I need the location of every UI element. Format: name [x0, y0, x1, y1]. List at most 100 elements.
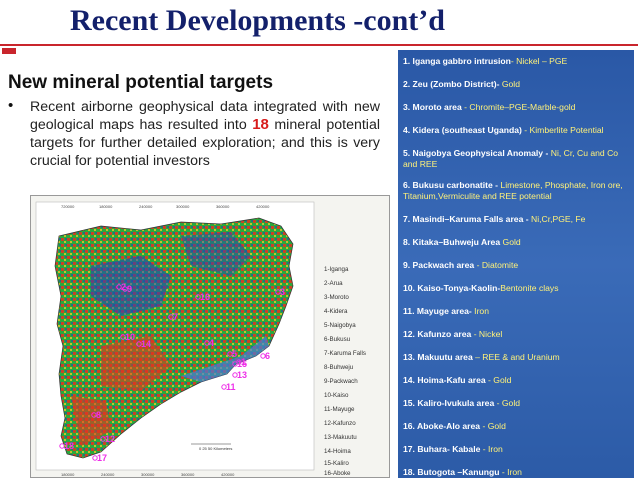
target-mineral: Gold	[500, 237, 521, 247]
legend-item-12: 12-Kafunzo	[324, 420, 356, 427]
legend-item-9: 9-Packwach	[324, 378, 358, 385]
target-mineral: - Nickel – PGE	[510, 56, 568, 66]
bottom-tick-4: 420000	[221, 472, 235, 477]
target-name: 12. Kafunzo area	[403, 329, 474, 339]
target-item: 2. Zeu (Zombo District)- Gold	[403, 79, 631, 90]
legend-item-6: 6-Bukusu	[324, 336, 351, 343]
target-item: 5. Naigobya Geophysical Anomaly - Ni, Cr…	[403, 148, 631, 169]
target-marker-label-16: 16	[200, 292, 210, 302]
legend-item-7: 7-Karuma Falls	[324, 350, 366, 357]
target-name: 2. Zeu (Zombo District)-	[403, 79, 500, 89]
target-name: 13. Makuutu area	[403, 352, 476, 362]
top-tick-3: 300000	[176, 204, 190, 209]
target-mineral: - Kimberlite Potential	[521, 125, 604, 135]
target-marker-label-13: 13	[237, 370, 247, 380]
target-item: 14. Hoima-Kafu area - Gold	[403, 375, 631, 386]
target-name: 17. Buhara- Kabale	[403, 444, 483, 454]
bottom-tick-0: 180000	[61, 472, 75, 477]
target-item: 13. Makuutu area – REE & and Uranium	[403, 352, 631, 363]
bottom-tick-2: 300000	[141, 472, 155, 477]
target-item: 10. Kaiso-Tonya-Kaolin-Bentonite clays	[403, 283, 631, 294]
target-item: 12. Kafunzo area - Nickel	[403, 329, 631, 340]
target-name: 4. Kidera (southeast Uganda)	[403, 125, 522, 135]
legend-item-14: 14-Hoima	[324, 448, 351, 455]
target-name: 18. Butogota –Kanungu	[403, 467, 502, 477]
target-marker-label-17: 17	[97, 453, 107, 463]
bottom-axis-ticks: 180000 240000 300000 360000 420000	[61, 472, 235, 477]
target-item: 1. Iganga gabbro intrusion- Nickel – PGE	[403, 56, 631, 67]
target-name: 5. Naigobya Geophysical Anomaly -	[403, 148, 551, 158]
target-item: 7. Masindi–Karuma Falls area - Ni,Cr,PGE…	[403, 214, 631, 225]
target-name: 8. Kitaka–Buhweju Area	[403, 237, 501, 247]
target-mineral: Ni,Cr,PGE, Fe	[528, 214, 586, 224]
legend-item-5: 5-Naigobya	[324, 322, 356, 329]
target-name: 1. Iganga gabbro intrusion	[403, 56, 511, 66]
target-item: 17. Buhara- Kabale - Iron	[403, 444, 631, 455]
target-item: 16. Aboke-Alo area - Gold	[403, 421, 631, 432]
target-mineral: Iron	[471, 306, 489, 316]
legend-item-15: 15-Kaliro	[324, 460, 349, 467]
top-tick-0: 720000	[61, 204, 75, 209]
target-item: 11. Mayuge area- Iron	[403, 306, 631, 317]
target-name: 15. Kaliro-Ivukula area	[403, 398, 497, 408]
geophysical-map: 720000 180000 240000 300000 360000 42000…	[30, 195, 390, 478]
map-scale: 0 25 50 Kilometers	[199, 446, 232, 451]
target-marker-label-4: 4	[209, 338, 214, 348]
top-tick-2: 240000	[139, 204, 153, 209]
target-marker-label-9: 9	[127, 284, 132, 294]
target-marker-label-11: 11	[226, 382, 236, 392]
target-marker-label-12: 12	[105, 434, 115, 444]
legend-item-4: 4-Kidera	[324, 308, 348, 315]
target-count: 18	[252, 116, 269, 133]
target-marker-label-3: 3	[280, 287, 285, 297]
target-item: 3. Moroto area - Chromite–PGE-Marble-gol…	[403, 102, 631, 113]
legend-item-3: 3-Moroto	[324, 294, 349, 301]
target-item: 8. Kitaka–Buhweju Area Gold	[403, 237, 631, 248]
legend-item-1: 1-Iganga	[324, 266, 349, 273]
top-tick-4: 360000	[216, 204, 230, 209]
legend-item-10: 10-Kaiso	[324, 392, 349, 399]
target-name: 14. Hoima-Kafu area	[403, 375, 489, 385]
target-mineral: - Gold	[488, 375, 512, 385]
target-item: 6. Bukusu carbonatite - Limestone, Phosp…	[403, 180, 631, 201]
target-mineral: Bentonite clays	[500, 283, 559, 293]
target-item: 4. Kidera (southeast Uganda) - Kimberlit…	[403, 125, 631, 136]
target-name: 10. Kaiso-Tonya-Kaolin-	[403, 283, 501, 293]
target-name: 3. Moroto area	[403, 102, 465, 112]
slide-title: Recent Developments -cont’d	[70, 4, 445, 37]
target-name: 11. Mayuge area-	[403, 306, 472, 316]
target-name: 7. Masindi–Karuma Falls area -	[403, 214, 529, 224]
target-mineral: - Diatomite	[476, 260, 519, 270]
bottom-tick-3: 360000	[181, 472, 195, 477]
target-marker-label-8: 8	[96, 410, 101, 420]
target-marker-label-18: 18	[64, 441, 74, 451]
legend-item-8: 8-Buhweju	[324, 364, 354, 371]
target-name: 6. Bukusu carbonatite -	[403, 180, 501, 190]
target-marker-label-10: 10	[125, 332, 135, 342]
target-list-panel: 1. Iganga gabbro intrusion- Nickel – PGE…	[398, 50, 634, 478]
left-panel: New mineral potential targets • Recent a…	[0, 50, 398, 478]
bullet-text: Recent airborne geophysical data integra…	[30, 98, 380, 170]
target-marker-label-15: 15	[237, 359, 247, 369]
legend-item-11: 11-Mayuge	[324, 406, 355, 413]
target-item: 15. Kaliro-Ivukula area - Gold	[403, 398, 631, 409]
title-bar: Recent Developments -cont’d	[0, 0, 638, 44]
legend-item-13: 13-Makuutu	[324, 434, 357, 441]
top-tick-5: 420000	[256, 204, 270, 209]
target-mineral: - Iron	[482, 444, 503, 454]
section-heading: New mineral potential targets	[8, 72, 274, 93]
target-mineral: Gold	[499, 79, 520, 89]
target-marker-label-6: 6	[265, 351, 270, 361]
target-mineral: - Gold	[496, 398, 521, 408]
target-name: 9. Packwach area	[403, 260, 477, 270]
target-item: 9. Packwach area - Diatomite	[403, 260, 631, 271]
target-mineral: - Gold	[482, 421, 506, 431]
target-marker-label-14: 14	[141, 339, 151, 349]
legend-item-16: 16-Aboke	[324, 470, 351, 477]
bottom-tick-1: 240000	[101, 472, 115, 477]
target-marker-label-7: 7	[173, 312, 178, 322]
target-mineral: - Iron	[501, 467, 522, 477]
target-item: 18. Butogota –Kanungu - Iron	[403, 467, 631, 478]
legend-item-2: 2-Arua	[324, 280, 343, 287]
target-name: 16. Aboke-Alo area	[403, 421, 483, 431]
